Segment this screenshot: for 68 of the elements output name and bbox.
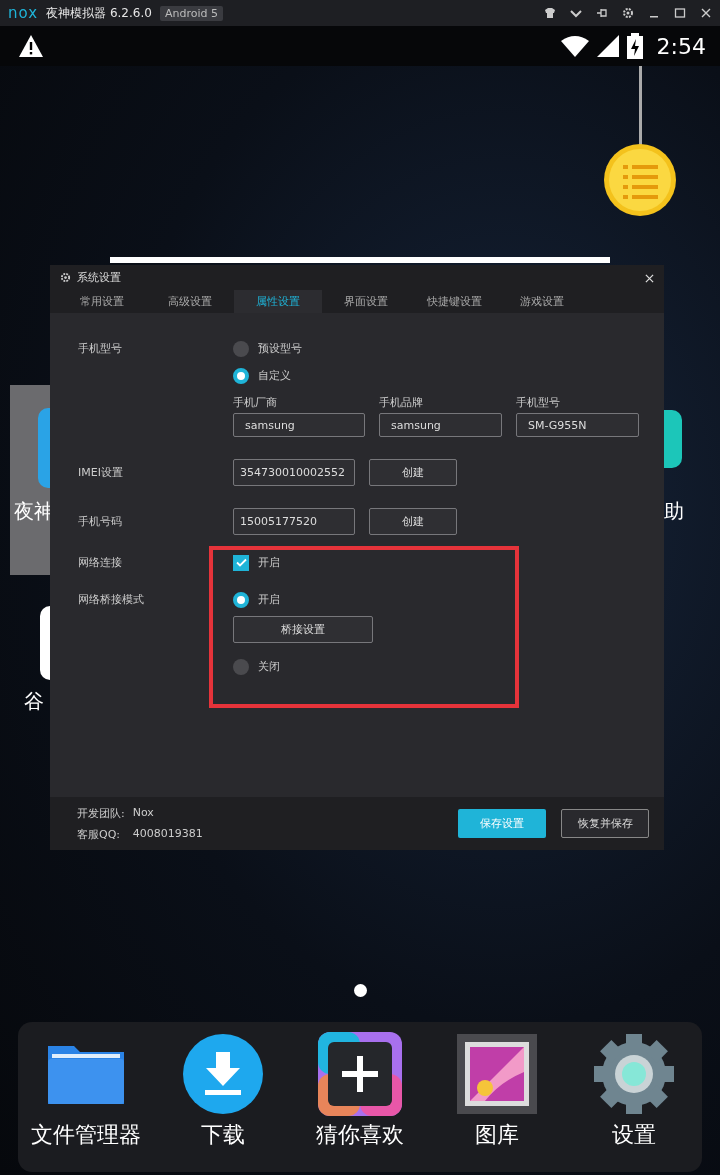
plus-app-icon: [318, 1032, 402, 1116]
team-name: Nox: [132, 805, 155, 821]
tab[interactable]: 游戏设置: [498, 290, 586, 313]
field-label: 手机品牌: [379, 395, 424, 410]
dialog-title: 系统设置: [77, 270, 121, 285]
download-icon: [181, 1032, 266, 1116]
option-label: 预设型号: [258, 341, 302, 356]
version-badge: Android 5: [159, 5, 223, 21]
gear-icon: [591, 1032, 676, 1116]
warning-icon: [18, 34, 44, 58]
field-label: 手机号码: [78, 514, 123, 530]
page-indicator: [354, 984, 367, 997]
field-label: 手机型号: [516, 395, 561, 410]
tab[interactable]: 属性设置: [234, 290, 322, 313]
signal-icon: [596, 35, 619, 57]
wifi-icon: [560, 35, 589, 57]
option-label: 开启: [258, 555, 280, 570]
input-field[interactable]: samsung: [233, 413, 365, 437]
radio-button[interactable]: [233, 658, 249, 675]
create-button[interactable]: 创建: [369, 459, 457, 486]
option-label: 关闭: [258, 659, 280, 674]
input-field[interactable]: SM-G955N: [516, 413, 639, 437]
window-title: 夜神模拟器 6.2.6.0: [46, 4, 152, 22]
field-label: 手机厂商: [233, 395, 278, 410]
tab[interactable]: 高级设置: [146, 290, 234, 313]
dock-app[interactable]: 猜你喜欢: [300, 1032, 420, 1150]
option-label: 自定义: [258, 368, 291, 383]
settings-icon: [60, 272, 71, 283]
bridge-settings-button[interactable]: 桥接设置: [233, 616, 373, 643]
field-label: 网络连接: [78, 555, 123, 571]
field-label: IMEI设置: [78, 465, 124, 481]
radio-button[interactable]: [233, 367, 249, 384]
input-field[interactable]: samsung: [379, 413, 502, 437]
field-label: 网络桥接模式: [78, 592, 145, 608]
dock-app[interactable]: 文件管理器: [26, 1032, 147, 1150]
team-label: 开发团队:: [77, 805, 125, 821]
app-logo: nox: [8, 4, 39, 22]
option-label: 开启: [258, 592, 280, 607]
shirt-icon[interactable]: [544, 7, 556, 19]
qq-label: 客服QQ:: [77, 826, 122, 842]
dock-app[interactable]: 图库: [436, 1032, 557, 1150]
field-label: 手机型号: [78, 341, 123, 357]
dock-app[interactable]: 设置: [573, 1032, 694, 1150]
pin-icon[interactable]: [596, 7, 608, 19]
app-icon[interactable]: [40, 606, 50, 680]
tab[interactable]: 常用设置: [58, 290, 146, 313]
checkbox[interactable]: [233, 554, 249, 571]
dock-app[interactable]: 下载: [163, 1032, 284, 1150]
input-field[interactable]: 15005177520: [233, 508, 355, 535]
chevron-down-icon[interactable]: [570, 7, 582, 19]
restore-button[interactable]: 恢复并保存: [561, 809, 649, 838]
floating-menu-icon[interactable]: [603, 143, 677, 217]
clock-time: 2:54: [656, 33, 706, 59]
qq-number: 4008019381: [132, 826, 203, 842]
battery-icon: [626, 33, 643, 59]
maximize-icon[interactable]: [674, 7, 686, 19]
app-label: 助: [664, 498, 684, 525]
radio-button[interactable]: [233, 340, 249, 357]
settings-icon[interactable]: [622, 7, 634, 19]
radio-button[interactable]: [233, 591, 249, 608]
tab[interactable]: 界面设置: [322, 290, 410, 313]
tab[interactable]: 快捷键设置: [410, 290, 498, 313]
gallery-icon: [454, 1032, 539, 1116]
create-button[interactable]: 创建: [369, 508, 457, 535]
app-icon[interactable]: [664, 410, 682, 468]
close-icon[interactable]: [700, 7, 712, 19]
app-label: 谷: [24, 688, 44, 715]
input-field[interactable]: 354730010002552: [233, 459, 355, 486]
